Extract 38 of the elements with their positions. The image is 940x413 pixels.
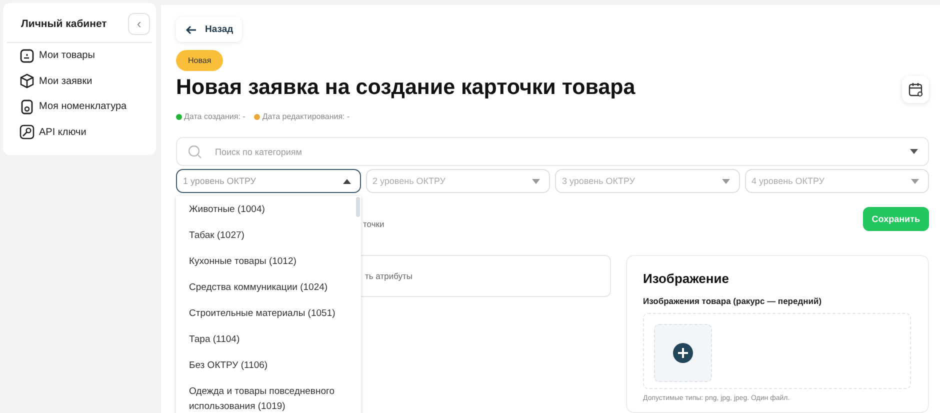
- image-field-label: Изображения товара (ракурс — передний): [643, 296, 823, 306]
- dropdown-caret-icon: [910, 149, 918, 154]
- sidebar-item[interactable]: API ключи: [3, 120, 156, 145]
- arrow-left-icon: [185, 24, 197, 34]
- search-icon: [187, 144, 203, 160]
- document-icon: [19, 48, 35, 64]
- collapse-button[interactable]: ‹: [128, 13, 150, 35]
- upload-tile[interactable]: [654, 324, 712, 382]
- dropdown-option[interactable]: Тара (1104): [176, 327, 360, 353]
- plus-circle-icon: [673, 343, 693, 363]
- date-label: Дата создания: -: [184, 112, 246, 121]
- key-icon: [19, 124, 35, 140]
- back-button[interactable]: Назад: [176, 17, 242, 42]
- caret-down-icon: [911, 178, 919, 184]
- calendar-button[interactable]: [902, 76, 929, 103]
- dropdown-option[interactable]: Строительные материалы (1051): [176, 301, 360, 327]
- dropdown-option[interactable]: Одежда и товары повседневного использования (1019): [176, 379, 360, 413]
- sidebar-item[interactable]: Моя номенклатура: [3, 94, 156, 120]
- image-card-title: Изображение: [643, 271, 730, 286]
- dropdown-option[interactable]: Животные (1004): [176, 197, 360, 223]
- date-label: Дата редактирования: -: [262, 112, 350, 121]
- sidebar-item[interactable]: Мои заявки: [3, 68, 156, 94]
- sidebar-item[interactable]: Мои товары: [3, 43, 156, 68]
- box-icon: [19, 73, 35, 90]
- partial-label: точки: [363, 219, 384, 229]
- dropdown-option[interactable]: Средства коммуникации (1024): [176, 275, 360, 301]
- caret-down-icon: [722, 178, 730, 184]
- caret-down-icon: [532, 178, 540, 184]
- dropdown-option[interactable]: Без ОКТРУ (1106): [176, 353, 360, 379]
- dropdown-option[interactable]: Табак (1027): [176, 223, 360, 249]
- calendar-search-icon: [908, 82, 924, 98]
- file-icon: [19, 98, 35, 115]
- status-badge: Новая: [176, 50, 224, 71]
- dropdown-option[interactable]: Кухонные товары (1012): [176, 249, 360, 275]
- caret-up-icon: [342, 178, 350, 184]
- attributes-text: ть атрибуты: [365, 271, 413, 281]
- page-title: Новая заявка на создание карточки товара: [176, 75, 636, 100]
- sidebar-title: Личный кабинет: [20, 18, 107, 30]
